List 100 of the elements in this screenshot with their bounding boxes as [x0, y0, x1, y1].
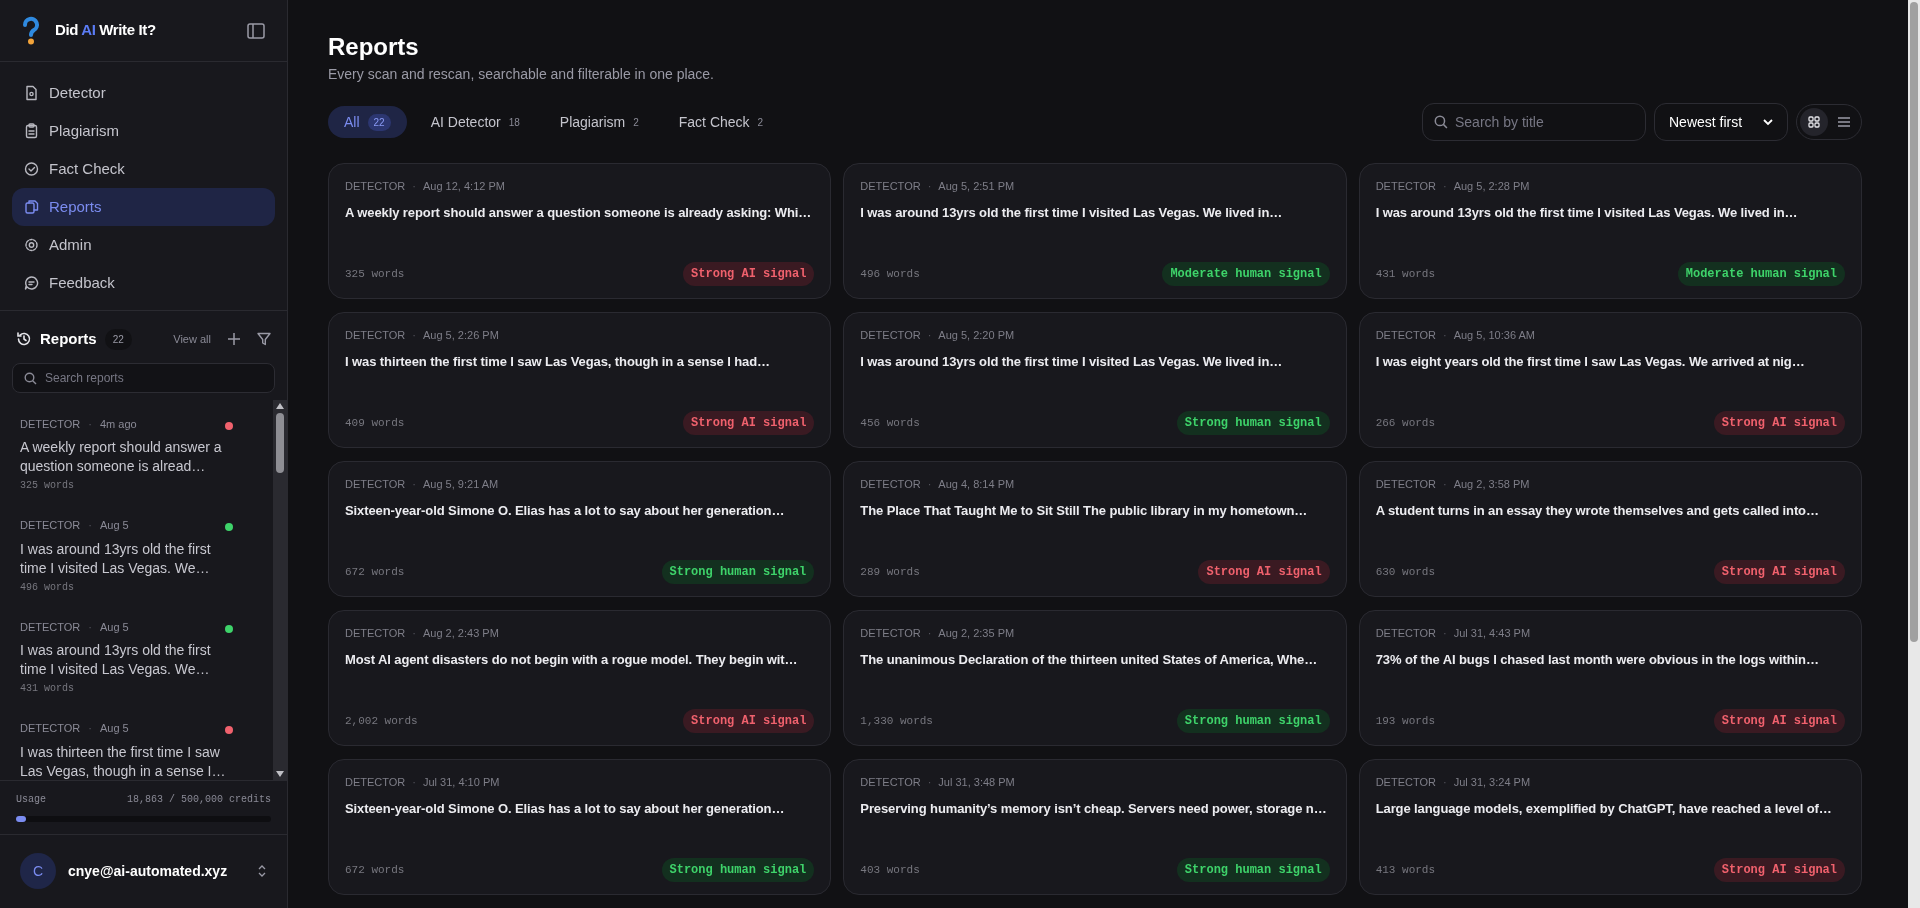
- report-excerpt: The Place That Taught Me to Sit Still The public library in my hometown…: [860, 501, 1309, 520]
- report-card[interactable]: DETECTOR · Aug 5, 2:51 PM I was around 13yrs old the first time I visited Las Vegas. We lived in… 496 words Moderate human signal: [843, 163, 1347, 299]
- separator-dot: ·: [1442, 179, 1447, 194]
- report-excerpt: I was around 13yrs old the first time I visited Las Vegas. We lived in…: [860, 352, 1284, 371]
- report-type: DETECTOR: [345, 626, 406, 641]
- gear-icon: [24, 237, 39, 253]
- report-type: DETECTOR: [1375, 328, 1436, 343]
- document-icon: [24, 85, 39, 101]
- recent-report-item[interactable]: DETECTOR · Aug 5 I was thirteen the first time I saw Las Vegas, though in a sense I…: [0, 704, 273, 780]
- recent-report-item[interactable]: DETECTOR · 4m ago A weekly report should answer a question someone is alread… 325 words: [0, 399, 273, 501]
- nav-item[interactable]: Detector: [12, 74, 275, 112]
- report-card[interactable]: DETECTOR · Aug 5, 2:26 PM I was thirteen the first time I saw Las Vegas, though in a sense I had… 409 words Strong AI signal: [328, 312, 832, 448]
- recent-report-item[interactable]: DETECTOR · Aug 5 I was around 13yrs old the first time I visited Las Vegas. We… 431 words: [0, 602, 273, 704]
- filter-tab[interactable]: Plagiarism 2: [543, 106, 655, 138]
- word-count: 413 words: [1375, 862, 1436, 878]
- filter-tab[interactable]: AI Detector 18: [414, 106, 536, 138]
- report-excerpt: A student turns in an essay they wrote themselves and gets called into…: [1375, 501, 1820, 520]
- page-subtitle: Every scan and rescan, searchable and filterable in one place.: [328, 65, 715, 84]
- section-title: Reports: [40, 329, 97, 349]
- report-type: DETECTOR: [345, 328, 406, 343]
- scrollbar-thumb[interactable]: [1910, 2, 1918, 642]
- verdict-tag: Strong AI signal: [683, 709, 815, 733]
- scrollbar-thumb[interactable]: [276, 412, 284, 473]
- plus-icon[interactable]: [227, 332, 241, 347]
- separator-dot: ·: [1442, 775, 1447, 790]
- scrollbar[interactable]: [273, 399, 287, 780]
- view-all-link[interactable]: View all: [173, 331, 211, 348]
- word-count: 1,330 words: [860, 713, 933, 729]
- separator-dot: ·: [927, 626, 932, 641]
- report-card[interactable]: DETECTOR · Jul 31, 4:43 PM 73% of the AI bugs I chased last month were obvious in the logs within… 193 words Strong AI signal: [1358, 610, 1862, 746]
- report-card[interactable]: DETECTOR · Aug 5, 2:20 PM I was around 13yrs old the first time I visited Las Vegas. We lived in… 456 words Strong human signal: [843, 312, 1347, 448]
- page-title: Reports: [328, 32, 420, 62]
- search-field[interactable]: Search by title: [1422, 103, 1646, 141]
- separator-dot: ·: [88, 416, 92, 432]
- count-badge: 22: [367, 113, 391, 131]
- tab-count: 18: [508, 115, 520, 130]
- nav-item[interactable]: Fact Check: [12, 150, 275, 188]
- chevron-down-icon: [1763, 118, 1773, 126]
- scroll-up-icon[interactable]: [275, 401, 285, 410]
- separator-dot: ·: [412, 328, 416, 343]
- separator-dot: ·: [88, 619, 92, 635]
- sidebar-toggle-icon[interactable]: [247, 22, 265, 39]
- report-card[interactable]: DETECTOR · Aug 2, 2:43 PM Most AI agent disasters do not begin with a rogue model. They begin wit… 2,002 words Strong AI signal: [328, 610, 832, 746]
- clipboard-icon: [24, 123, 39, 139]
- report-excerpt: I was thirteen the first time I saw Las Vegas, though in a sense I…: [20, 742, 227, 780]
- report-time: Aug 5: [100, 721, 129, 736]
- report-excerpt: 73% of the AI bugs I chased last month were obvious in the logs within…: [1375, 650, 1820, 669]
- scroll-down-icon[interactable]: [275, 769, 285, 778]
- report-card[interactable]: DETECTOR · Aug 2, 3:58 PM A student turns in an essay they wrote themselves and gets called into… 630 words Strong AI signal: [1358, 461, 1862, 597]
- verdict-tag: Strong AI signal: [683, 262, 815, 286]
- report-type: DETECTOR: [20, 416, 81, 432]
- separator-dot: ·: [927, 775, 932, 790]
- report-time: Jul 31, 3:48 PM: [938, 775, 1015, 790]
- page-scrollbar[interactable]: [1908, 0, 1920, 908]
- grid-icon: [1808, 116, 1820, 128]
- separator-dot: ·: [412, 626, 416, 641]
- separator-dot: ·: [927, 328, 932, 343]
- word-count: 409 words: [345, 415, 405, 431]
- report-card[interactable]: DETECTOR · Aug 5, 9:21 AM Sixteen-year-old Simone O. Elias has a lot to say about her generation… 672 words Strong human signal: [328, 461, 832, 597]
- sort-dropdown[interactable]: Newest first: [1654, 103, 1788, 141]
- report-card[interactable]: DETECTOR · Aug 4, 8:14 PM The Place That Taught Me to Sit Still The public library in my hometown… 289 words Strong AI signal: [843, 461, 1347, 597]
- usage-label: Usage: [16, 792, 46, 807]
- recent-report-item[interactable]: DETECTOR · Aug 5 I was around 13yrs old the first time I visited Las Vegas. We… 496 words: [0, 501, 273, 603]
- verdict-tag: Strong human signal: [1176, 709, 1330, 733]
- search-field[interactable]: Search reports: [12, 362, 275, 393]
- nav-item[interactable]: Plagiarism: [12, 112, 275, 150]
- report-card[interactable]: DETECTOR · Aug 5, 10:36 AM I was eight years old the first time I saw Las Vegas. We arrived at nig… 266 words Strong AI signal: [1358, 312, 1862, 448]
- separator-dot: ·: [412, 775, 416, 790]
- word-count: 431 words: [1375, 266, 1436, 282]
- verdict-tag: Strong AI signal: [683, 411, 815, 435]
- history-icon: [16, 331, 32, 348]
- documents-icon: [24, 199, 39, 215]
- report-card[interactable]: DETECTOR · Aug 5, 2:28 PM I was around 13yrs old the first time I visited Las Vegas. We lived in… 431 words Moderate human signal: [1358, 163, 1862, 299]
- chat-bubble-icon: [24, 275, 39, 291]
- verdict-tag: Strong AI signal: [1713, 858, 1845, 882]
- nav-item[interactable]: Admin: [12, 226, 275, 264]
- filter-tab[interactable]: All 22: [328, 106, 407, 138]
- word-count: 2,002 words: [345, 713, 418, 729]
- report-type: DETECTOR: [20, 721, 81, 736]
- report-card[interactable]: DETECTOR · Aug 2, 2:35 PM The unanimous Declaration of the thirteen united States of America, Whe… 1,330 words Strong human signal: [843, 610, 1347, 746]
- user-email: cnye@ai-automated.xyz: [68, 861, 228, 881]
- report-time: Jul 31, 4:10 PM: [423, 775, 500, 790]
- filter-icon[interactable]: [257, 332, 271, 347]
- tab-count: 2: [633, 115, 639, 130]
- report-card[interactable]: DETECTOR · Jul 31, 3:24 PM Large language models, exemplified by ChatGPT, have reached a level of… 413 words Strong AI signal: [1358, 759, 1862, 895]
- grid-view-button[interactable]: [1800, 108, 1828, 136]
- chevron-updown-icon[interactable]: [257, 864, 267, 879]
- word-count: 496 words: [860, 266, 920, 282]
- report-card[interactable]: DETECTOR · Jul 31, 3:48 PM Preserving humanity’s memory isn’t cheap. Servers need power, storage n… 403 words Strong human signal: [843, 759, 1347, 895]
- verdict-tag: Strong human signal: [1176, 858, 1330, 882]
- word-count: 325 words: [345, 266, 405, 282]
- nav-item[interactable]: Reports: [12, 188, 275, 226]
- report-type: DETECTOR: [860, 179, 921, 194]
- nav-item[interactable]: Feedback: [12, 264, 275, 302]
- usage-reading: 18,863 / 500,000 credits: [126, 792, 271, 807]
- report-card[interactable]: DETECTOR · Jul 31, 4:10 PM Sixteen-year-old Simone O. Elias has a lot to say about her generation… 672 words Strong human signal: [328, 759, 832, 895]
- report-type: DETECTOR: [1375, 626, 1436, 641]
- filter-tab[interactable]: Fact Check 2: [662, 106, 780, 138]
- report-card[interactable]: DETECTOR · Aug 12, 4:12 PM A weekly report should answer a question someone is already asking: Whi… 325 words Strong AI signal: [328, 163, 832, 299]
- report-time: Aug 5, 2:26 PM: [423, 328, 499, 343]
